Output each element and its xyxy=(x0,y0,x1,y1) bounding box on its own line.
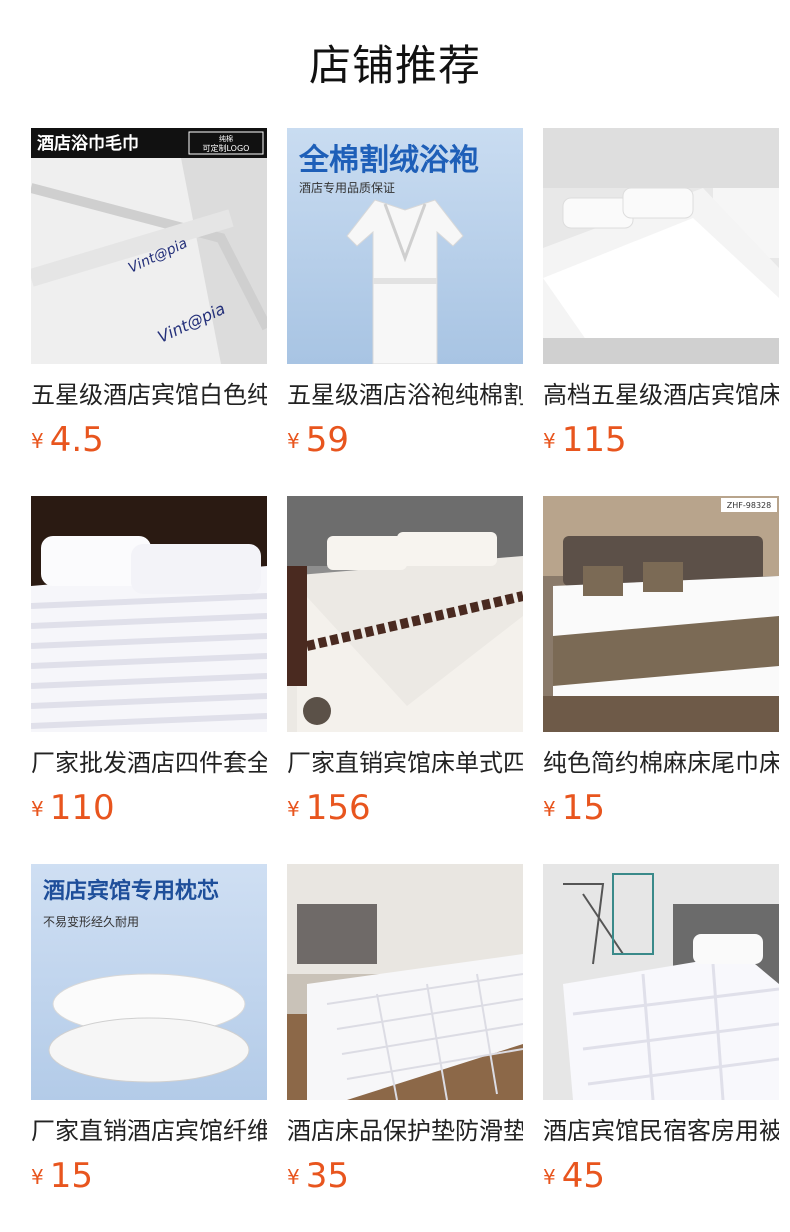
product-card[interactable]: 酒店宾馆民宿客房用被芯 ¥45 xyxy=(543,864,779,1209)
price-value: 110 xyxy=(49,788,115,828)
currency-symbol: ¥ xyxy=(31,429,44,453)
badge-text: 纯棉 xyxy=(219,134,233,143)
product-image[interactable]: ZHF-98328 xyxy=(543,496,779,732)
product-name[interactable]: 厂家直销宾馆床单式四件套 xyxy=(287,746,523,780)
product-price: ¥45 xyxy=(543,1154,605,1198)
currency-symbol: ¥ xyxy=(31,797,44,821)
product-image[interactable] xyxy=(287,496,523,732)
page-title: 店铺推荐 xyxy=(308,41,481,90)
currency-symbol: ¥ xyxy=(31,1165,44,1189)
product-name[interactable]: 五星级酒店宾馆白色纯棉毛巾 xyxy=(31,378,267,412)
product-price: ¥156 xyxy=(287,786,371,830)
product-name[interactable]: 酒店床品保护垫防滑垫 xyxy=(287,1114,523,1148)
store-recommendations-page: 店铺推荐 酒店浴巾毛巾 纯棉 可定制LOGO Vint@pia Vint@pia xyxy=(0,0,790,1232)
bathrobe-image: 全棉割绒浴袍 酒店专用品质保证 xyxy=(287,128,523,364)
product-price: ¥115 xyxy=(543,418,627,462)
striped-bedding-image xyxy=(31,496,267,732)
product-name[interactable]: 厂家直销酒店宾馆纤维枕芯 xyxy=(31,1114,267,1148)
patterned-bed-image xyxy=(287,496,523,732)
product-card[interactable]: 酒店浴巾毛巾 纯棉 可定制LOGO Vint@pia Vint@pia 五星级酒… xyxy=(31,128,267,473)
product-price: ¥59 xyxy=(287,418,349,462)
bed-image xyxy=(543,128,779,364)
badge-text: 可定制LOGO xyxy=(203,143,250,153)
currency-symbol: ¥ xyxy=(287,429,300,453)
product-name[interactable]: 厂家批发酒店四件套全棉缎条 xyxy=(31,746,267,780)
product-name[interactable]: 高档五星级酒店宾馆床上用品 xyxy=(543,378,779,412)
subheadline-text: 酒店专用品质保证 xyxy=(299,180,395,195)
product-card[interactable]: 高档五星级酒店宾馆床上用品 ¥115 xyxy=(543,128,779,473)
currency-symbol: ¥ xyxy=(287,797,300,821)
price-value: 4.5 xyxy=(49,420,104,460)
product-image[interactable] xyxy=(31,496,267,732)
product-image[interactable]: 酒店宾馆专用枕芯 不易变形经久耐用 xyxy=(31,864,267,1100)
pillow-image: 酒店宾馆专用枕芯 不易变形经久耐用 xyxy=(31,864,267,1100)
price-value: 15 xyxy=(49,1156,93,1196)
product-image[interactable]: 全棉割绒浴袍 酒店专用品质保证 xyxy=(287,128,523,364)
price-value: 45 xyxy=(561,1156,605,1196)
price-value: 115 xyxy=(561,420,627,460)
price-value: 35 xyxy=(305,1156,349,1196)
product-image[interactable] xyxy=(543,128,779,364)
currency-symbol: ¥ xyxy=(543,1165,556,1189)
product-card[interactable]: 厂家批发酒店四件套全棉缎条 ¥110 xyxy=(31,496,267,841)
product-card[interactable]: 全棉割绒浴袍 酒店专用品质保证 五星级酒店浴袍纯棉割绒浴袍 ¥59 xyxy=(287,128,523,473)
product-image[interactable] xyxy=(543,864,779,1100)
duvet-image xyxy=(543,864,779,1100)
product-card[interactable]: 酒店床品保护垫防滑垫 ¥35 xyxy=(287,864,523,1209)
price-value: 59 xyxy=(305,420,349,460)
bed-runner-image: ZHF-98328 xyxy=(543,496,779,732)
product-price: ¥4.5 xyxy=(31,418,104,462)
product-name[interactable]: 五星级酒店浴袍纯棉割绒浴袍 xyxy=(287,378,523,412)
product-price: ¥110 xyxy=(31,786,115,830)
mattress-pad-image xyxy=(287,864,523,1100)
product-image[interactable] xyxy=(287,864,523,1100)
currency-symbol: ¥ xyxy=(543,429,556,453)
product-card[interactable]: 厂家直销宾馆床单式四件套 ¥156 xyxy=(287,496,523,841)
product-price: ¥15 xyxy=(543,786,605,830)
towel-image: 酒店浴巾毛巾 纯棉 可定制LOGO Vint@pia Vint@pia xyxy=(31,128,267,364)
currency-symbol: ¥ xyxy=(543,797,556,821)
product-price: ¥35 xyxy=(287,1154,349,1198)
model-code-text: ZHF-98328 xyxy=(727,501,771,510)
subheadline-text: 不易变形经久耐用 xyxy=(43,914,139,929)
headline-text: 酒店宾馆专用枕芯 xyxy=(43,878,219,904)
product-card[interactable]: 酒店宾馆专用枕芯 不易变形经久耐用 厂家直销酒店宾馆纤维枕芯 ¥15 xyxy=(31,864,267,1209)
banner-text: 酒店浴巾毛巾 xyxy=(37,133,139,154)
product-image[interactable]: 酒店浴巾毛巾 纯棉 可定制LOGO Vint@pia Vint@pia xyxy=(31,128,267,364)
product-name[interactable]: 酒店宾馆民宿客房用被芯 xyxy=(543,1114,779,1148)
price-value: 156 xyxy=(305,788,371,828)
product-card[interactable]: ZHF-98328 纯色简约棉麻床尾巾床旗 ¥15 xyxy=(543,496,779,841)
product-price: ¥15 xyxy=(31,1154,93,1198)
currency-symbol: ¥ xyxy=(287,1165,300,1189)
price-value: 15 xyxy=(561,788,605,828)
product-name[interactable]: 纯色简约棉麻床尾巾床旗 xyxy=(543,746,779,780)
headline-text: 全棉割绒浴袍 xyxy=(298,143,479,178)
